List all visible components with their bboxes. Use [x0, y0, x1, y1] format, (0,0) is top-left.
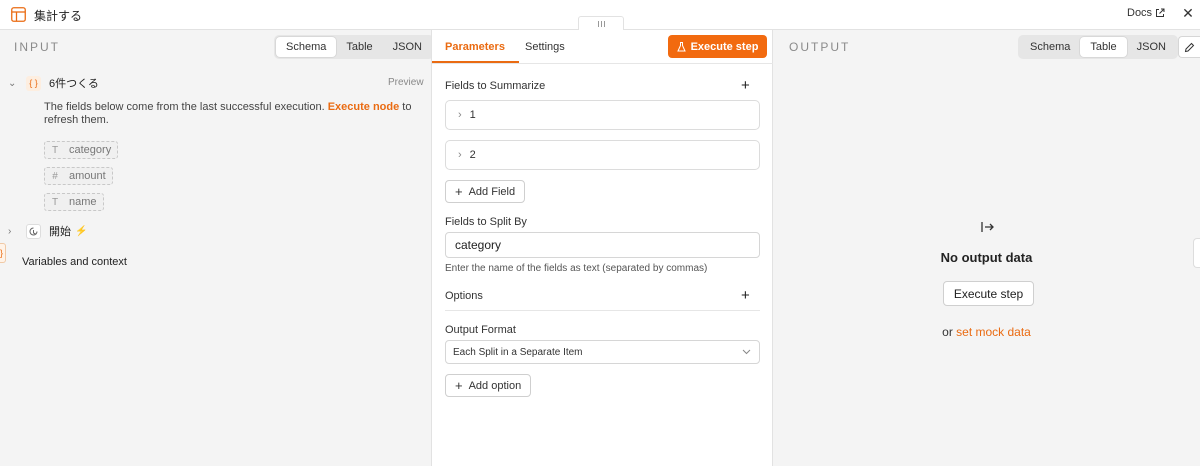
side-panel-toggle[interactable]	[1193, 238, 1200, 268]
number-type-icon: #	[52, 170, 58, 182]
output-tab-table[interactable]: Table	[1080, 37, 1127, 57]
tab-parameters[interactable]: Parameters	[445, 41, 505, 53]
parameters-panel: Parameters Settings Execute step Fields …	[431, 30, 774, 466]
schema-info-text: The fields below come from the last succ…	[44, 101, 412, 126]
add-options-plus-icon[interactable]: +	[741, 288, 750, 303]
bolt-icon: ⚡	[75, 225, 88, 237]
fields-split-label: Fields to Split By	[445, 216, 527, 228]
docs-link[interactable]: Docs	[1127, 7, 1165, 19]
panel-drag-handle[interactable]	[578, 16, 624, 30]
no-output-title: No output data	[940, 250, 1033, 265]
schema-field-category[interactable]: T category	[44, 141, 119, 159]
chevron-right-icon[interactable]: ›	[8, 226, 18, 237]
text-type-icon: T	[51, 144, 59, 156]
execute-step-button[interactable]: Execute step	[668, 35, 767, 58]
summarize-item-1[interactable]: › 1	[445, 100, 760, 130]
plus-icon: +	[455, 184, 463, 199]
plus-icon: +	[455, 378, 463, 393]
tab-settings[interactable]: Settings	[525, 41, 565, 53]
summarize-item-2[interactable]: › 2	[445, 140, 760, 170]
output-panel: OUTPUT Schema Table JSON No output data …	[773, 30, 1200, 466]
add-field-button[interactable]: + Add Field	[445, 180, 526, 203]
variables-context-label[interactable]: Variables and context	[22, 256, 127, 268]
pencil-icon	[1184, 42, 1195, 52]
chevron-right-icon: ›	[458, 149, 462, 161]
external-link-icon	[1156, 8, 1165, 17]
input-panel-label: INPUT	[14, 40, 60, 54]
edit-output-button[interactable]	[1178, 36, 1200, 58]
trigger-node-row[interactable]: › 開始 ⚡	[8, 223, 87, 239]
schema-field-name[interactable]: T name	[44, 193, 104, 211]
field-name: name	[69, 196, 97, 208]
input-node-row[interactable]: ⌄ { } 6件つくる	[8, 75, 99, 91]
output-panel-label: OUTPUT	[789, 40, 851, 54]
flask-icon	[676, 41, 686, 51]
execute-node-link[interactable]: Execute node	[328, 101, 400, 113]
field-name: amount	[69, 170, 106, 182]
input-tab-json[interactable]: JSON	[383, 37, 432, 57]
add-summarize-plus-icon[interactable]: +	[741, 78, 750, 93]
output-tab-schema[interactable]: Schema	[1020, 37, 1080, 57]
input-node-name: 6件つくる	[49, 78, 99, 90]
options-label: Options	[445, 290, 483, 302]
mock-data-text: or set mock data	[942, 325, 1031, 339]
schema-field-amount[interactable]: # amount	[44, 167, 113, 185]
chevron-down-icon[interactable]: ⌄	[8, 78, 18, 89]
input-panel: INPUT Schema Table JSON ⌄ { } 6件つくる Prev…	[0, 30, 434, 466]
code-node-icon: { }	[26, 75, 41, 91]
output-format-label: Output Format	[445, 324, 516, 336]
close-icon[interactable]: ✕	[1181, 6, 1195, 20]
fields-split-input[interactable]: category	[445, 232, 760, 258]
preview-label: Preview	[388, 77, 424, 88]
input-tab-table[interactable]: Table	[336, 37, 382, 57]
trigger-node-icon	[26, 223, 41, 239]
fields-split-hint: Enter the name of the fields as text (se…	[445, 263, 708, 274]
output-format-select[interactable]: Each Split in a Separate Item	[445, 340, 760, 364]
node-title[interactable]: 集計する	[34, 7, 82, 24]
text-type-icon: T	[51, 196, 59, 208]
docs-label: Docs	[1127, 7, 1153, 19]
output-tab-json[interactable]: JSON	[1127, 37, 1176, 57]
output-execute-step-button[interactable]: Execute step	[943, 281, 1034, 306]
trigger-node-name: 開始	[49, 226, 71, 238]
chevron-down-icon	[742, 349, 751, 355]
add-option-button[interactable]: + Add option	[445, 374, 532, 397]
arrow-right-to-line-icon	[981, 222, 994, 232]
input-view-switch: Schema Table JSON	[274, 35, 434, 59]
field-name: category	[69, 144, 112, 156]
input-tab-schema[interactable]: Schema	[276, 37, 337, 57]
set-mock-data-link[interactable]: set mock data	[956, 325, 1031, 339]
table-icon	[11, 7, 26, 22]
output-view-switch: Schema Table JSON	[1018, 35, 1178, 59]
fields-to-summarize-label: Fields to Summarize	[445, 80, 546, 92]
variables-icon: }	[0, 243, 6, 263]
chevron-right-icon: ›	[458, 109, 462, 121]
